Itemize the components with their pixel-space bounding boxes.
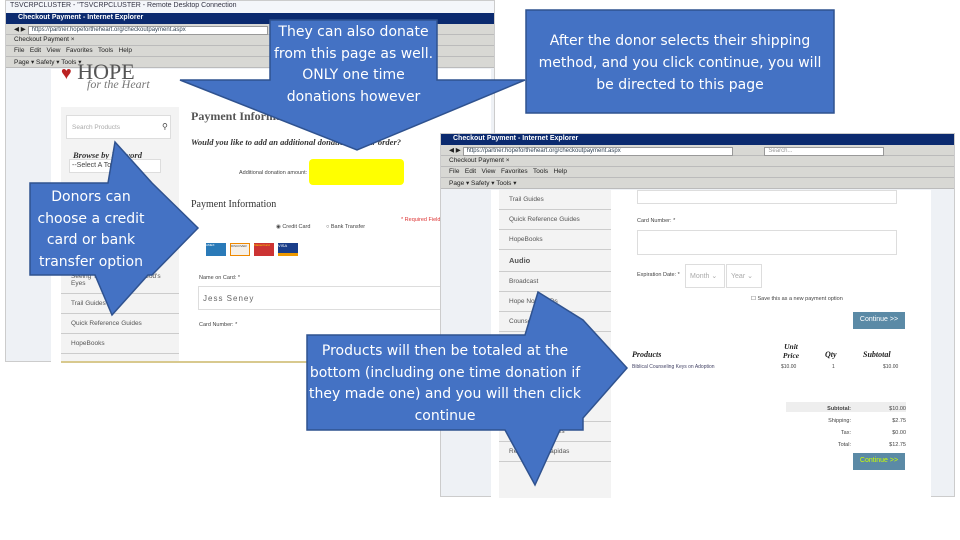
callout-top-text: They can also donate from this page as w… bbox=[273, 24, 434, 105]
callout-left-text: Donors can choose a credit card or bank … bbox=[37, 189, 145, 270]
callout-bottom-text: Products will then be totaled at the bot… bbox=[309, 343, 581, 424]
callout-top-right-text: After the donor selects their shipping m… bbox=[538, 33, 822, 93]
